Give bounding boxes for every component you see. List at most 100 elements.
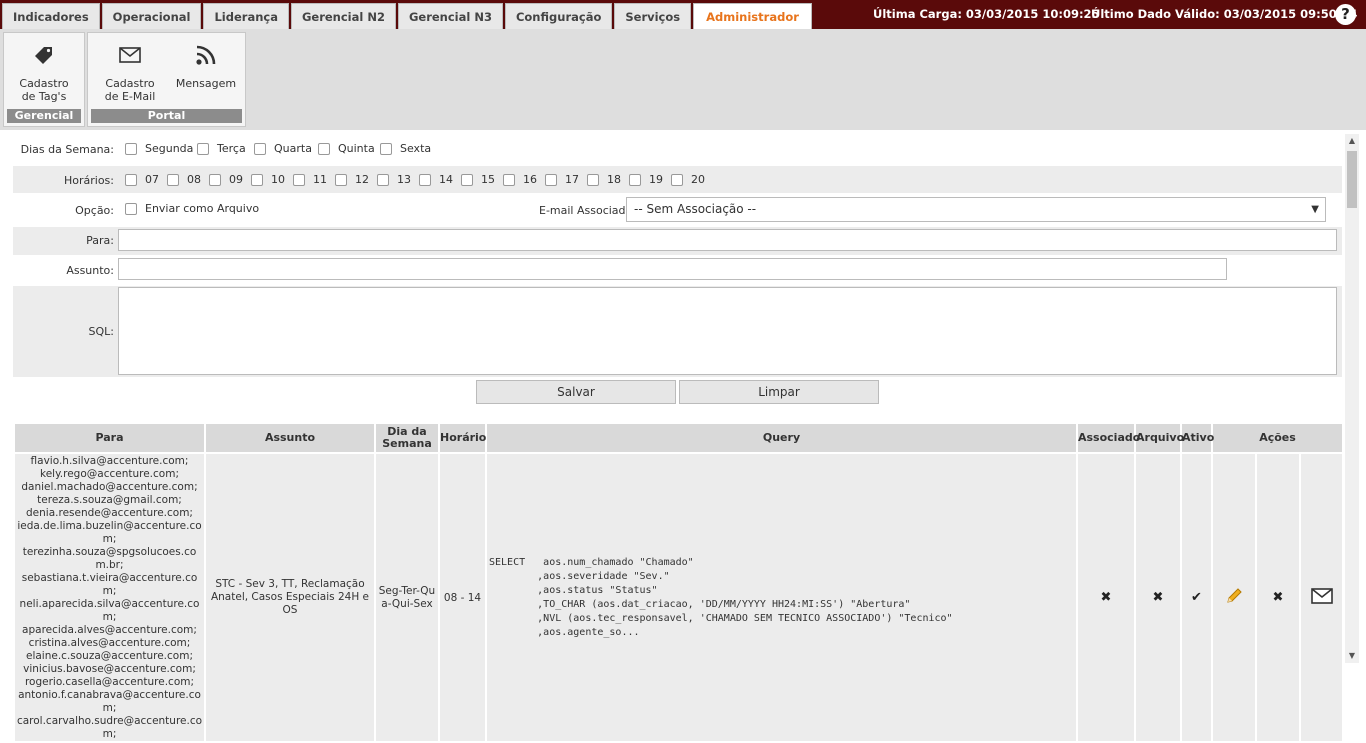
query-line: ,TO_CHAR (aos.dat_criacao, 'DD/MM/YYYY H…: [489, 598, 911, 610]
tab-indicadores[interactable]: Indicadores: [2, 3, 100, 29]
checkbox-label: 13: [397, 173, 411, 186]
checkbox-hora-11[interactable]: [293, 174, 305, 186]
checkbox-quarta[interactable]: [254, 143, 266, 155]
top-bar: Indicadores Operacional Liderança Gerenc…: [0, 0, 1366, 29]
checkbox-hora-18[interactable]: [587, 174, 599, 186]
checkbox-terca[interactable]: [197, 143, 209, 155]
sql-row: SQL:: [13, 286, 1342, 377]
envelope-icon[interactable]: [1310, 588, 1333, 607]
checkbox-label: 19: [649, 173, 663, 186]
mensagem-label: Mensagem: [175, 77, 237, 90]
tab-servicos[interactable]: Serviços: [614, 3, 692, 29]
email-address: flavio.h.silva@accenture.com;: [30, 455, 189, 467]
assunto-input[interactable]: [118, 258, 1227, 280]
col-para[interactable]: Para: [13, 422, 206, 454]
email-address: daniel.machado@accenture.com;: [21, 481, 198, 493]
checkbox-hora-08[interactable]: [167, 174, 179, 186]
ribbon: Cadastro de Tag's Gerencial Cadastro de …: [0, 29, 1366, 130]
checkbox-hora-20[interactable]: [671, 174, 683, 186]
col-arquivo[interactable]: Arquivo: [1134, 422, 1184, 454]
checkbox-label: 10: [271, 173, 285, 186]
ribbon-group-gerencial-label: Gerencial: [7, 109, 81, 123]
help-icon[interactable]: ?: [1335, 4, 1356, 25]
email-address: terezinha.souza@spgsolucoes.com.br;: [22, 546, 197, 571]
checkbox-label: 07: [145, 173, 159, 186]
col-horario[interactable]: Horário: [438, 422, 487, 454]
checkbox-label: Quinta: [338, 142, 375, 155]
tab-configuracao[interactable]: Configuração: [504, 3, 613, 29]
checkbox-hora-10[interactable]: [251, 174, 263, 186]
query-line: ,aos.agente_so...: [489, 626, 640, 638]
col-dia-semana[interactable]: Dia da Semana: [374, 422, 440, 454]
checkbox-hora-19[interactable]: [629, 174, 641, 186]
send-cell: [1298, 452, 1345, 743]
checkbox-hora-14[interactable]: [419, 174, 431, 186]
main-tabs: Indicadores Operacional Liderança Gerenc…: [2, 3, 812, 29]
pencil-icon[interactable]: [1225, 587, 1243, 608]
col-associado[interactable]: Associado: [1076, 422, 1140, 454]
horarios-label: Horários:: [63, 174, 114, 187]
checkbox-label: Segunda: [145, 142, 194, 155]
query-cell: SELECT aos.num_chamado "Chamado" ,aos.se…: [485, 452, 1078, 743]
opcao-row: Opção: Enviar como Arquivo E-mail Associ…: [13, 196, 1342, 226]
scroll-down-icon[interactable]: ▼: [1345, 649, 1359, 663]
dias-label: Dias da Semana:: [20, 143, 114, 156]
ultimo-dado-status: Último Dado Válido: 03/03/2015 09:50:34: [1091, 7, 1358, 21]
email-address: carol.carvalho.sudre@accenture.com;: [16, 715, 203, 740]
sql-textarea[interactable]: [118, 287, 1337, 375]
delete-icon[interactable]: ✖: [1273, 590, 1284, 605]
tab-operacional[interactable]: Operacional: [101, 3, 202, 29]
checkbox-label: 12: [355, 173, 369, 186]
tab-lideranca[interactable]: Liderança: [203, 3, 289, 29]
tab-gerencial-n3[interactable]: Gerencial N3: [397, 3, 503, 29]
checkbox-sexta[interactable]: [380, 143, 392, 155]
checkbox-label: 16: [523, 173, 537, 186]
checkbox-enviar-arquivo[interactable]: [125, 203, 137, 215]
cadastro-tags-label: Cadastro de Tag's: [19, 77, 69, 103]
associado-cell: ✖: [1076, 452, 1136, 743]
dropdown-arrow-icon: ▼: [1311, 204, 1319, 215]
email-associado-select[interactable]: -- Sem Associação -- ▼: [626, 197, 1326, 222]
checkbox-hora-13[interactable]: [377, 174, 389, 186]
checkbox-label: Quarta: [274, 142, 312, 155]
email-address: sebastiana.t.vieira@accenture.com;: [21, 572, 198, 597]
checkbox-hora-15[interactable]: [461, 174, 473, 186]
salvar-button[interactable]: Salvar: [476, 380, 676, 404]
checkbox-hora-17[interactable]: [545, 174, 557, 186]
checkbox-hora-07[interactable]: [125, 174, 137, 186]
col-ativo[interactable]: Ativo: [1180, 422, 1214, 454]
vertical-scrollbar[interactable]: ▲ ▼: [1345, 134, 1359, 663]
opcao-label: Opção:: [75, 204, 114, 217]
checkbox-hora-09[interactable]: [209, 174, 221, 186]
checkbox-label: Terça: [217, 142, 246, 155]
limpar-button[interactable]: Limpar: [679, 380, 879, 404]
email-address: neli.aparecida.silva@accenture.com;: [19, 598, 200, 623]
tab-administrador[interactable]: Administrador: [693, 3, 812, 29]
checkbox-quinta[interactable]: [318, 143, 330, 155]
checkbox-hora-16[interactable]: [503, 174, 515, 186]
checkbox-hora-12[interactable]: [335, 174, 347, 186]
ativo-cell: ✔: [1180, 452, 1213, 743]
table-header-row: Para Assunto Dia da Semana Horário Query…: [13, 422, 1345, 454]
ribbon-group-portal-label: Portal: [91, 109, 242, 123]
email-address: antonio.f.canabrava@accenture.com;: [18, 689, 201, 714]
ultima-carga-status: Última Carga: 03/03/2015 10:09:25: [873, 7, 1100, 21]
cadastro-tags-button[interactable]: Cadastro de Tag's: [4, 33, 84, 111]
para-label: Para:: [86, 234, 114, 247]
email-address: rogerio.casella@accenture.com;: [24, 676, 195, 688]
para-input[interactable]: [118, 229, 1337, 251]
col-query[interactable]: Query: [485, 422, 1078, 454]
col-assunto[interactable]: Assunto: [204, 422, 376, 454]
scrollbar-thumb[interactable]: [1347, 151, 1357, 208]
col-acoes: Ações: [1210, 422, 1345, 454]
checkbox-segunda[interactable]: [125, 143, 137, 155]
cadastro-email-button[interactable]: Cadastro de E-Mail: [94, 33, 166, 111]
query-line: ,aos.status "Status": [489, 584, 658, 596]
tag-icon: [4, 33, 84, 77]
para-cell: flavio.h.silva@accenture.com; kely.rego@a…: [13, 452, 206, 743]
mensagem-button[interactable]: Mensagem: [170, 33, 242, 111]
check-icon: ✔: [1191, 590, 1202, 605]
tab-gerencial-n2[interactable]: Gerencial N2: [290, 3, 396, 29]
ribbon-group-gerencial: Cadastro de Tag's Gerencial: [3, 32, 85, 127]
scroll-up-icon[interactable]: ▲: [1345, 134, 1359, 148]
